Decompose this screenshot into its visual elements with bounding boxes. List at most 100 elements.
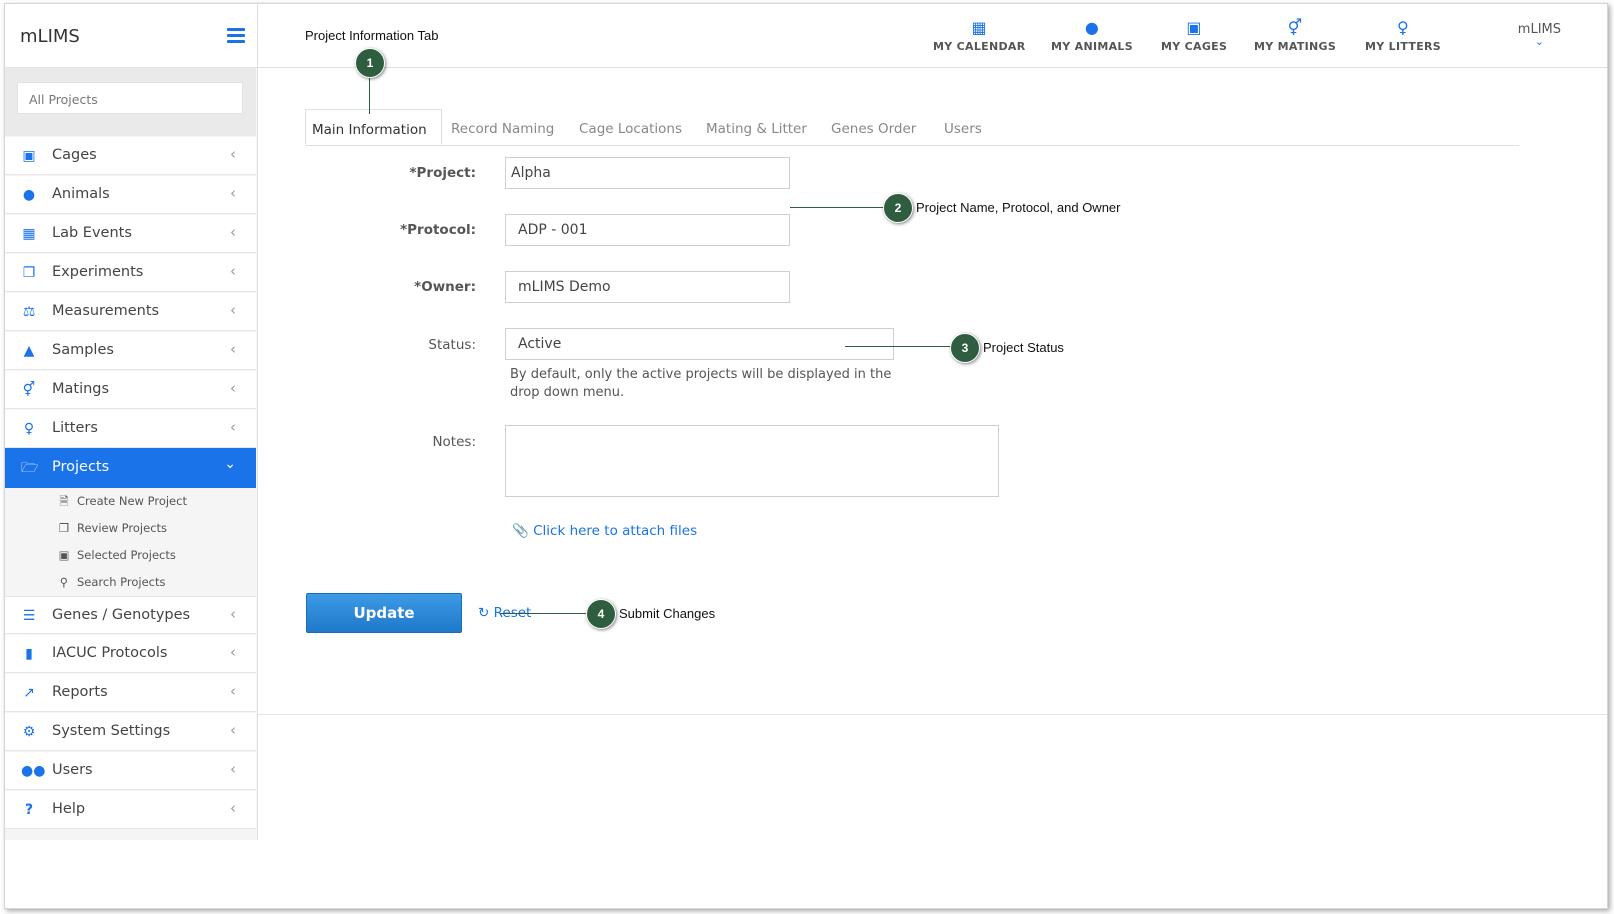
topnav-my-litters[interactable]: ♀ MY LITTERS bbox=[1365, 18, 1441, 53]
annotation-2-text: Project Name, Protocol, and Owner bbox=[916, 200, 1121, 215]
sidebar-item-matings[interactable]: ⚥ Matings ‹ bbox=[5, 371, 256, 409]
chevron-left-icon: ‹ bbox=[230, 605, 236, 623]
protocol-label: *Protocol: bbox=[400, 222, 476, 238]
file-icon: 🗎 bbox=[59, 494, 69, 508]
litter-icon: ♀ bbox=[1396, 18, 1410, 37]
subitem-selected-projects[interactable]: ▣ Selected Projects bbox=[57, 548, 176, 562]
topnav-my-matings[interactable]: ⚥ MY MATINGS bbox=[1254, 18, 1336, 53]
tab-users[interactable]: Users bbox=[944, 109, 982, 145]
subitem-search-projects[interactable]: ⚲ Search Projects bbox=[57, 575, 166, 589]
status-select[interactable]: Active bbox=[505, 328, 894, 360]
chevron-left-icon: ‹ bbox=[230, 379, 236, 397]
top-header: ▦ MY CALENDAR ● MY ANIMALS ▣ MY CAGES ⚥ MY M… bbox=[258, 4, 1607, 68]
chevron-left-icon: ‹ bbox=[230, 799, 236, 817]
list-icon: ☰ bbox=[22, 608, 36, 624]
refresh-icon: ↻ bbox=[478, 605, 494, 621]
sidebar-item-label: Cages bbox=[52, 147, 97, 163]
sidebar-item-label: IACUC Protocols bbox=[52, 645, 168, 661]
annotation-3-badge: 3 bbox=[950, 333, 980, 363]
tab-main-information[interactable]: Main Information bbox=[305, 109, 442, 145]
tab-mating-litter[interactable]: Mating & Litter bbox=[706, 109, 807, 145]
project-filter-input[interactable]: All Projects bbox=[17, 82, 243, 114]
chevron-left-icon: ‹ bbox=[230, 721, 236, 739]
cart-icon: ▣ bbox=[58, 548, 70, 562]
sidebar-item-experiments[interactable]: ❐ Experiments ‹ bbox=[5, 254, 256, 292]
users-icon: ●● bbox=[21, 763, 46, 779]
subitem-create-new-project[interactable]: 🗎 Create New Project bbox=[57, 494, 187, 513]
cube-icon: ▣ bbox=[22, 148, 36, 164]
cube-icon: ▣ bbox=[1186, 18, 1202, 37]
sidebar-item-lab-events[interactable]: ▦ Lab Events ‹ bbox=[5, 215, 256, 253]
chevron-left-icon: ‹ bbox=[230, 301, 236, 319]
subitem-review-projects[interactable]: ❐ Review Projects bbox=[57, 521, 167, 535]
tab-cage-locations[interactable]: Cage Locations bbox=[579, 109, 682, 145]
question-icon: ? bbox=[24, 802, 34, 818]
sidebar-item-label: Lab Events bbox=[52, 225, 132, 241]
annotation-1-badge: 1 bbox=[355, 48, 385, 78]
user-menu[interactable]: mLIMS ⌄ bbox=[1518, 22, 1561, 47]
topnav-my-calendar[interactable]: ▦ MY CALENDAR bbox=[933, 18, 1025, 53]
sidebar-item-system-settings[interactable]: ⚙ System Settings ‹ bbox=[5, 713, 256, 751]
owner-select[interactable]: mLIMS Demo bbox=[505, 271, 790, 303]
tab-genes-order[interactable]: Genes Order bbox=[831, 109, 916, 145]
chevron-left-icon: ‹ bbox=[230, 145, 236, 163]
sidebar-item-label: Genes / Genotypes bbox=[52, 607, 191, 623]
protocol-select[interactable]: ADP - 001 bbox=[505, 214, 790, 246]
calendar-icon: ▦ bbox=[971, 18, 987, 37]
sidebar-item-label: Projects bbox=[52, 459, 110, 475]
annotation-3-text: Project Status bbox=[983, 340, 1064, 355]
project-name-input[interactable]: Alpha bbox=[505, 157, 790, 189]
sidebar-item-measurements[interactable]: ⚖ Measurements ‹ bbox=[5, 293, 256, 331]
sidebar-item-label: Experiments bbox=[52, 264, 144, 280]
sidebar-item-iacuc-protocols[interactable]: ▮ IACUC Protocols ‹ bbox=[5, 635, 256, 673]
sidebar-item-label: Litters bbox=[52, 420, 98, 436]
notes-label: Notes: bbox=[432, 434, 476, 450]
copy-icon: ❐ bbox=[58, 521, 70, 535]
owner-label: *Owner: bbox=[414, 279, 476, 295]
hamburger-menu-icon[interactable] bbox=[227, 28, 245, 46]
sidebar-item-label: Users bbox=[52, 762, 93, 778]
annotation-1-leader bbox=[369, 76, 370, 114]
topnav-my-cages[interactable]: ▣ MY CAGES bbox=[1161, 18, 1227, 53]
sidebar-item-users[interactable]: ●● Users ‹ bbox=[5, 752, 256, 790]
attach-files-link[interactable]: 📎 Click here to attach files bbox=[512, 523, 697, 539]
app-window: mLIMS All Projects ▣ Cages ‹ ● Animals ‹… bbox=[4, 3, 1608, 909]
sidebar-item-reports[interactable]: ↗ Reports ‹ bbox=[5, 674, 256, 712]
annotation-2-badge: 2 bbox=[883, 193, 913, 223]
sidebar-item-samples[interactable]: ▲ Samples ‹ bbox=[5, 332, 256, 370]
notes-textarea[interactable] bbox=[505, 425, 999, 497]
app-name: mLIMS bbox=[20, 26, 80, 47]
sidebar-item-label: Help bbox=[52, 801, 86, 817]
sidebar-item-genes-genotypes[interactable]: ☰ Genes / Genotypes ‹ bbox=[5, 596, 256, 634]
topnav-my-animals[interactable]: ● MY ANIMALS bbox=[1051, 18, 1133, 53]
sidebar-item-label: Animals bbox=[52, 186, 110, 202]
annotation-4-text: Submit Changes bbox=[619, 606, 716, 621]
paw-icon: ● bbox=[1084, 18, 1100, 37]
annotation-2-leader bbox=[790, 207, 885, 208]
chevron-left-icon: ‹ bbox=[230, 682, 236, 700]
project-tabs: Main Information Record Naming Cage Loca… bbox=[305, 109, 1519, 146]
gear-icon: ⚙ bbox=[22, 724, 36, 740]
search-icon: ⚲ bbox=[59, 575, 69, 589]
update-button[interactable]: Update bbox=[306, 593, 462, 633]
project-label: *Project: bbox=[409, 165, 476, 181]
sidebar-item-projects[interactable]: 🗁 Projects ⌄ bbox=[5, 448, 256, 488]
status-label: Status: bbox=[428, 337, 476, 353]
sidebar-item-animals[interactable]: ● Animals ‹ bbox=[5, 176, 256, 214]
content-bottom-divider bbox=[258, 714, 1607, 715]
chevron-left-icon: ‹ bbox=[230, 643, 236, 661]
mating-icon: ⚥ bbox=[1287, 18, 1303, 37]
chevron-left-icon: ‹ bbox=[230, 760, 236, 778]
sidebar-item-label: System Settings bbox=[52, 723, 171, 739]
chevron-left-icon: ‹ bbox=[230, 184, 236, 202]
tab-record-naming[interactable]: Record Naming bbox=[451, 109, 554, 145]
annotation-4-leader bbox=[500, 613, 588, 614]
sidebar-item-label: Reports bbox=[52, 684, 108, 700]
sidebar-item-label: Samples bbox=[52, 342, 114, 358]
sidebar-item-help[interactable]: ? Help ‹ bbox=[5, 791, 256, 829]
chevron-left-icon: ‹ bbox=[230, 340, 236, 358]
chevron-left-icon: ‹ bbox=[230, 418, 236, 436]
files-icon: ❐ bbox=[22, 265, 36, 281]
sidebar-item-cages[interactable]: ▣ Cages ‹ bbox=[5, 137, 256, 175]
sidebar-item-litters[interactable]: ♀ Litters ‹ bbox=[5, 410, 256, 448]
